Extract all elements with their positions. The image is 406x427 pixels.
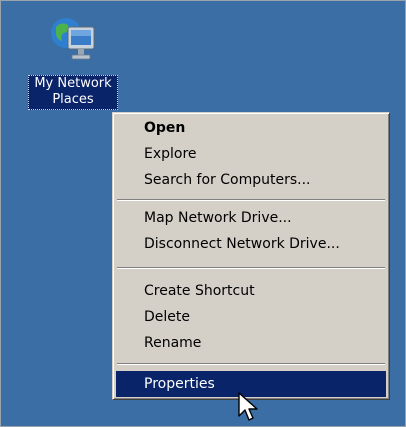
my-network-places-desktop-icon[interactable]: My Network Places (22, 13, 124, 121)
menu-separator (117, 267, 385, 269)
menu-item-explore[interactable]: Explore (116, 141, 386, 167)
menu-item-search-for-computers[interactable]: Search for Computers... (116, 167, 386, 193)
desktop[interactable]: My Network Places Open Explore Search fo… (0, 0, 406, 427)
menu-separator (117, 363, 385, 365)
menu-separator (117, 199, 385, 201)
menu-item-delete[interactable]: Delete (116, 304, 386, 330)
menu-item-open[interactable]: Open (116, 115, 386, 141)
menu-item-create-shortcut[interactable]: Create Shortcut (116, 278, 386, 304)
menu-item-rename[interactable]: Rename (116, 330, 386, 356)
desktop-icon-label-line2: Places (52, 92, 94, 107)
context-menu: Open Explore Search for Computers... Map… (112, 112, 390, 400)
desktop-icon-label-line1: My Network (34, 76, 112, 91)
arrow-pointer-icon (238, 392, 258, 421)
menu-item-disconnect-network-drive[interactable]: Disconnect Network Drive... (116, 231, 386, 257)
menu-item-map-network-drive[interactable]: Map Network Drive... (116, 205, 386, 231)
desktop-icon-label: My Network Places (28, 75, 118, 110)
network-computer-icon (51, 18, 95, 60)
